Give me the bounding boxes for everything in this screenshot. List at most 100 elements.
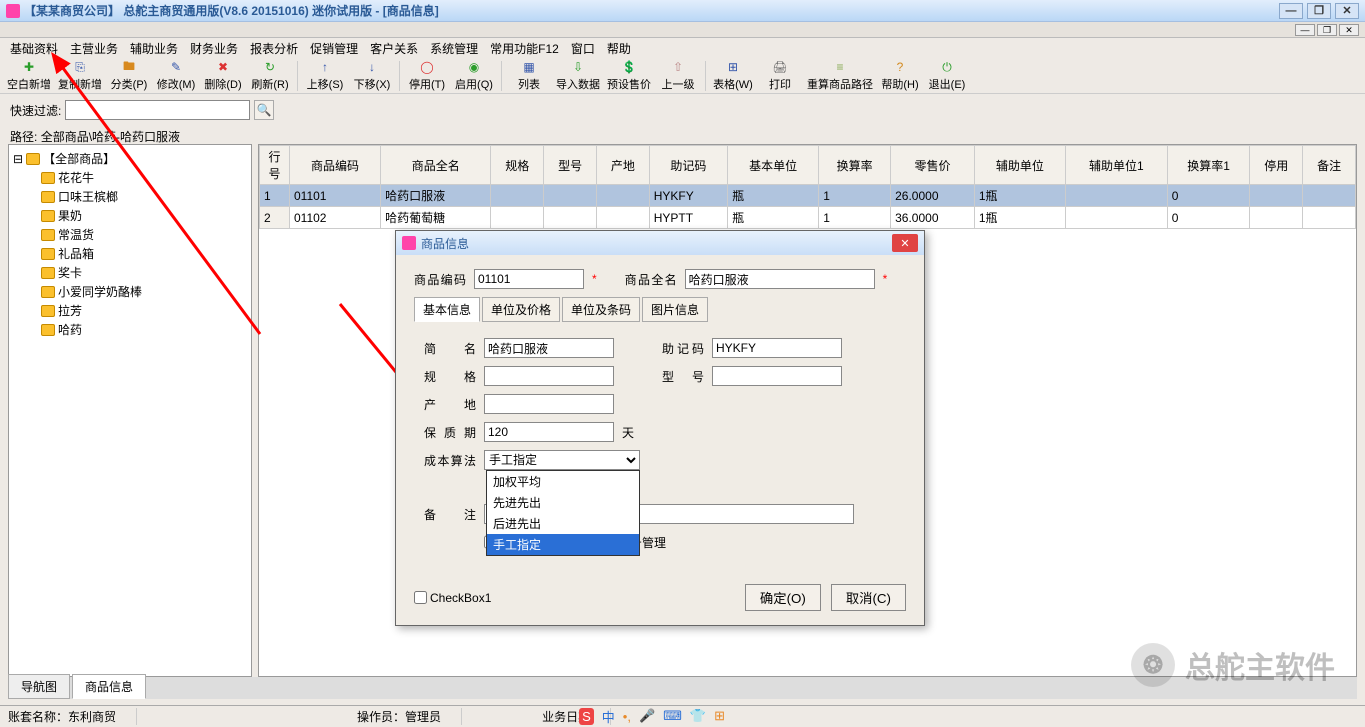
cell[interactable]: 26.0000 (891, 185, 975, 207)
toolbar-button[interactable]: ↓下移(X) (349, 59, 395, 93)
maximize-button[interactable]: ❐ (1307, 3, 1331, 19)
tab-unit-barcode[interactable]: 单位及条码 (562, 297, 640, 322)
col-header[interactable]: 零售价 (891, 146, 975, 185)
option-weighted[interactable]: 加权平均 (487, 471, 639, 492)
cell[interactable]: 哈药口服液 (381, 185, 491, 207)
fullname-input[interactable] (685, 269, 875, 289)
tray-icon[interactable]: •, (623, 709, 631, 724)
tree-panel[interactable]: ⊟ 【全部商品】 花花牛口味王槟榔果奶常温货礼品箱奖卡小爱同学奶酪棒拉芳哈药 (8, 144, 252, 677)
col-header[interactable]: 备注 (1303, 146, 1356, 185)
toolbar-button[interactable]: ⇩导入数据 (553, 59, 603, 93)
menu-item[interactable]: 促销管理 (310, 40, 358, 57)
tab-basic[interactable]: 基本信息 (414, 297, 480, 322)
tray-keyboard-icon[interactable]: ⌨ (663, 708, 682, 724)
col-header[interactable]: 换算率 (819, 146, 891, 185)
menu-item[interactable]: 基础资料 (10, 40, 58, 57)
col-header[interactable]: 型号 (544, 146, 597, 185)
toolbar-button[interactable]: 💲预设售价 (604, 59, 654, 93)
cell[interactable]: 哈药葡萄糖 (381, 207, 491, 229)
shelflife-input[interactable] (484, 422, 614, 442)
chk-checkbox1-box[interactable] (414, 591, 427, 604)
product-grid[interactable]: 行号商品编码商品全名规格型号产地助记码基本单位换算率零售价辅助单位辅助单位1换算… (259, 145, 1356, 229)
toolbar-button[interactable]: ⏻退出(E) (924, 59, 970, 93)
menu-item[interactable]: 系统管理 (430, 40, 478, 57)
mdi-max-button[interactable]: ❐ (1317, 24, 1337, 36)
toolbar-button[interactable]: ≡重算商品路径 (804, 59, 876, 93)
toolbar-button[interactable]: 🖿分类(P) (106, 59, 152, 93)
toolbar-button[interactable]: ⊞表格(W) (710, 59, 756, 93)
toolbar-button[interactable]: ↻刷新(R) (247, 59, 293, 93)
cancel-button[interactable]: 取消(C) (831, 584, 906, 611)
cell[interactable]: 1瓶 (974, 207, 1065, 229)
tab-image[interactable]: 图片信息 (642, 297, 708, 322)
toolbar-button[interactable]: ◯停用(T) (404, 59, 450, 93)
toolbar-button[interactable]: ◉启用(Q) (451, 59, 497, 93)
cell[interactable]: 瓶 (728, 207, 819, 229)
search-button[interactable]: 🔍 (254, 100, 274, 120)
cell[interactable]: 1 (819, 207, 891, 229)
cell[interactable]: 瓶 (728, 185, 819, 207)
tree-item[interactable]: 拉芳 (41, 301, 247, 320)
option-fifo[interactable]: 先进先出 (487, 492, 639, 513)
col-header[interactable]: 规格 (491, 146, 544, 185)
spec-input[interactable] (484, 366, 614, 386)
tab-productinfo[interactable]: 商品信息 (72, 674, 146, 699)
table-row[interactable]: 101101哈药口服液HYKFY瓶126.00001瓶0 (260, 185, 1356, 207)
tab-unit-price[interactable]: 单位及价格 (482, 297, 560, 322)
toolbar-button[interactable]: ⇧上一级 (655, 59, 701, 93)
cell[interactable]: 0 (1167, 185, 1250, 207)
costmethod-dropdown[interactable]: 加权平均 先进先出 后进先出 手工指定 (486, 470, 640, 556)
cell[interactable]: 1瓶 (974, 185, 1065, 207)
mdi-min-button[interactable]: — (1295, 24, 1315, 36)
toolbar-button[interactable]: ✎修改(M) (153, 59, 199, 93)
col-header[interactable]: 商品全名 (381, 146, 491, 185)
cell[interactable]: 01102 (290, 207, 381, 229)
tray-icon[interactable]: ⊞ (714, 708, 725, 724)
tree-root[interactable]: ⊟ 【全部商品】 (13, 149, 247, 168)
tree-item[interactable]: 小爱同学奶酪棒 (41, 282, 247, 301)
minimize-button[interactable]: — (1279, 3, 1303, 19)
costmethod-select[interactable]: 手工指定 (484, 450, 640, 470)
col-header[interactable]: 辅助单位1 (1065, 146, 1167, 185)
tree-item[interactable]: 口味王槟榔 (41, 187, 247, 206)
tray-mic-icon[interactable]: 🎤 (639, 708, 655, 724)
chk-checkbox1[interactable]: CheckBox1 (414, 591, 491, 605)
code-input[interactable] (474, 269, 584, 289)
toolbar-button[interactable]: ✖删除(D) (200, 59, 246, 93)
origin-input[interactable] (484, 394, 614, 414)
tree-item[interactable]: 花花牛 (41, 168, 247, 187)
toolbar-button[interactable]: ⎘复制新增 (55, 59, 105, 93)
ok-button[interactable]: 确定(O) (745, 584, 821, 611)
close-app-button[interactable]: ✕ (1335, 3, 1359, 19)
tree-item[interactable]: 常温货 (41, 225, 247, 244)
tab-navmap[interactable]: 导航图 (8, 674, 70, 699)
option-lifo[interactable]: 后进先出 (487, 513, 639, 534)
toolbar-button[interactable]: 🖨打印 (757, 59, 803, 93)
col-header[interactable]: 停用 (1250, 146, 1303, 185)
col-header[interactable]: 产地 (596, 146, 649, 185)
mnemonic-input[interactable] (712, 338, 842, 358)
menu-item[interactable]: 常用功能F12 (490, 40, 559, 57)
menu-item[interactable]: 报表分析 (250, 40, 298, 57)
option-manual[interactable]: 手工指定 (487, 534, 639, 555)
dialog-close-button[interactable]: ✕ (892, 234, 918, 252)
tree-item[interactable]: 礼品箱 (41, 244, 247, 263)
col-header[interactable]: 助记码 (649, 146, 727, 185)
cell[interactable]: 36.0000 (891, 207, 975, 229)
expand-icon[interactable]: ⊟ (13, 152, 23, 166)
col-header[interactable]: 换算率1 (1167, 146, 1250, 185)
cell[interactable]: HYPTT (649, 207, 727, 229)
filter-input[interactable] (65, 100, 250, 120)
menu-item[interactable]: 主营业务 (70, 40, 118, 57)
col-header[interactable]: 行号 (260, 146, 290, 185)
toolbar-button[interactable]: ?帮助(H) (877, 59, 923, 93)
tray-icon[interactable]: 👕 (690, 708, 706, 724)
menu-item[interactable]: 财务业务 (190, 40, 238, 57)
menu-item[interactable]: 辅助业务 (130, 40, 178, 57)
col-header[interactable]: 辅助单位 (974, 146, 1065, 185)
menu-item[interactable]: 窗口 (571, 40, 595, 57)
tray-icon[interactable]: 中 (602, 707, 615, 726)
menu-item[interactable]: 客户关系 (370, 40, 418, 57)
toolbar-button[interactable]: ✚空白新增 (4, 59, 54, 93)
toolbar-button[interactable]: ↑上移(S) (302, 59, 348, 93)
